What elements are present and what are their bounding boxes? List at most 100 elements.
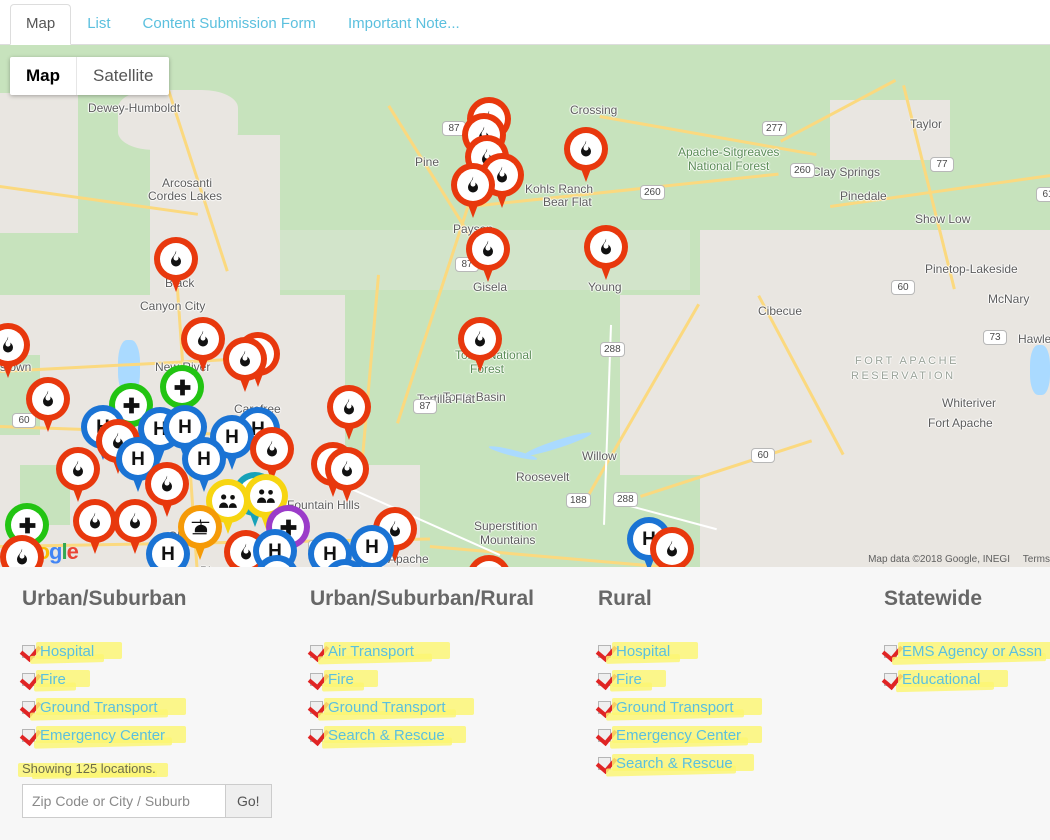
checkbox-search-rescue[interactable]: [598, 756, 611, 770]
route-shield: 73: [983, 330, 1007, 345]
route-shield: 61: [1036, 187, 1050, 202]
legend-column-title: Rural: [598, 587, 652, 610]
fire-marker[interactable]: [466, 227, 510, 285]
tab-list[interactable]: List: [71, 4, 126, 45]
hospital-marker[interactable]: H: [323, 559, 367, 567]
flame-icon: [32, 383, 64, 415]
legend-filter-row[interactable]: Educational: [884, 669, 1050, 692]
legend-filter-label-text: Fire: [616, 670, 642, 688]
legend-filter-label[interactable]: Ground Transport: [605, 697, 762, 721]
legend-filter-row[interactable]: Air Transport: [310, 641, 576, 664]
hospital-marker[interactable]: H: [255, 555, 299, 567]
checkbox-fire[interactable]: [22, 672, 35, 686]
fire-marker[interactable]: [26, 377, 70, 435]
map-type-satellite[interactable]: Satellite: [77, 57, 169, 95]
go-button[interactable]: Go!: [226, 784, 272, 818]
checkbox-ground-transport[interactable]: [22, 700, 35, 714]
route-shield: 260: [790, 163, 815, 178]
map-canvas[interactable]: Map Satellite Dewey-Humboldt Crossing Taylo…: [0, 45, 1050, 567]
legend-filter-label[interactable]: Fire: [33, 669, 90, 692]
map-type-control[interactable]: Map Satellite: [10, 57, 170, 95]
route-shield: 77: [930, 157, 954, 172]
fire-marker[interactable]: [56, 447, 100, 505]
fire-marker[interactable]: [325, 447, 369, 505]
search-input[interactable]: [22, 784, 226, 818]
checkbox-ground-transport[interactable]: [310, 700, 323, 714]
fire-marker[interactable]: [327, 385, 371, 443]
hospital-marker[interactable]: H: [146, 532, 190, 567]
terrain-grey-region: [620, 295, 730, 475]
legend-column: Urban/Suburban Hospital Fire Ground Transpo…: [0, 587, 288, 781]
legend-filter-label[interactable]: Emergency Center: [33, 725, 186, 749]
legend-filter-row[interactable]: Fire: [22, 669, 288, 692]
fire-marker[interactable]: [467, 555, 511, 567]
checkbox-educational[interactable]: [884, 672, 897, 686]
legend-filter-label[interactable]: Emergency Center: [609, 725, 762, 749]
checkbox-air-transport[interactable]: [310, 644, 323, 658]
fire-marker[interactable]: [73, 499, 117, 557]
checkbox-fire[interactable]: [598, 672, 611, 686]
legend-filter-label-text: Ground Transport: [40, 698, 158, 716]
legend-filter-label[interactable]: Hospital: [605, 641, 698, 664]
fire-marker[interactable]: [0, 535, 44, 567]
terrain-grey-region: [0, 93, 78, 233]
hospital-icon: H: [152, 538, 184, 567]
legend-filter-row[interactable]: Emergency Center: [22, 725, 288, 749]
checkbox-emergency-center[interactable]: [598, 728, 611, 742]
legend-filter-row[interactable]: Search & Rescue: [310, 725, 576, 749]
legend-filter-label[interactable]: Search & Rescue: [605, 753, 754, 777]
map-area[interactable]: Map Satellite Dewey-Humboldt Crossing Taylo…: [0, 45, 1050, 567]
legend-filter-label[interactable]: Hospital: [29, 641, 122, 664]
map-type-map[interactable]: Map: [10, 57, 77, 95]
checkbox-hospital[interactable]: [598, 644, 611, 658]
legend-filter-row[interactable]: Search & Rescue: [598, 753, 862, 777]
checkbox-hospital[interactable]: [22, 644, 35, 658]
route-shield: 188: [566, 493, 591, 508]
legend-filter-label[interactable]: Fire: [321, 669, 378, 692]
flame-icon: [62, 453, 94, 485]
tab-important-note[interactable]: Important Note...: [332, 4, 476, 45]
legend-filter-row[interactable]: Hospital: [598, 641, 862, 664]
fire-marker[interactable]: [223, 337, 267, 395]
legend-filter-label[interactable]: Ground Transport: [29, 697, 186, 721]
fire-marker[interactable]: [451, 163, 495, 221]
legend-filter-row[interactable]: Hospital: [22, 641, 288, 664]
tab-map[interactable]: Map: [10, 4, 72, 45]
legend-column: Rural Hospital Fire Ground Transport Emergen…: [576, 587, 862, 781]
checkbox-ground-transport[interactable]: [598, 700, 611, 714]
legend-filter-label-text: Hospital: [40, 642, 95, 660]
checkbox-fire[interactable]: [310, 672, 323, 686]
flame-icon: [6, 541, 38, 567]
fire-marker[interactable]: [650, 527, 694, 567]
checkbox-ems-agency-or-assn[interactable]: [884, 644, 897, 658]
legend-filter-label[interactable]: Fire: [609, 669, 666, 692]
legend-filter-row[interactable]: Fire: [310, 669, 576, 692]
flame-icon: [187, 323, 219, 355]
terms-link[interactable]: Terms: [1023, 554, 1050, 565]
legend-filter-row[interactable]: Ground Transport: [598, 697, 862, 721]
legend-filter-label-text: Emergency Center: [40, 726, 166, 744]
checkbox-search-rescue[interactable]: [310, 728, 323, 742]
legend-filter-label-text: Fire: [40, 670, 66, 688]
checkbox-emergency-center[interactable]: [22, 728, 35, 742]
legend-filter-label[interactable]: Educational: [895, 669, 1008, 692]
legend-filter-label[interactable]: Ground Transport: [317, 697, 474, 721]
tab-content-submission-form[interactable]: Content Submission Form: [127, 4, 332, 45]
legend-filter-label-text: Search & Rescue: [616, 754, 733, 772]
fire-marker[interactable]: [584, 225, 628, 283]
fire-marker[interactable]: [0, 323, 30, 381]
flame-icon: [79, 505, 111, 537]
legend-filter-label[interactable]: Search & Rescue: [321, 725, 466, 749]
legend-columns: Urban/Suburban Hospital Fire Ground Transpo…: [0, 587, 1050, 781]
legend-filter-row[interactable]: Ground Transport: [22, 697, 288, 721]
legend-filter-row[interactable]: Fire: [598, 669, 862, 692]
legend-filter-label-text: Emergency Center: [616, 726, 742, 744]
legend-filter-row[interactable]: Ground Transport: [310, 697, 576, 721]
legend-filter-row[interactable]: EMS Agency or Assn: [884, 641, 1050, 665]
legend-filter-label[interactable]: EMS Agency or Assn: [891, 641, 1050, 665]
fire-marker[interactable]: [154, 237, 198, 295]
legend-filter-row[interactable]: Emergency Center: [598, 725, 862, 749]
fire-marker[interactable]: [564, 127, 608, 185]
fire-marker[interactable]: [458, 317, 502, 375]
legend-filter-label[interactable]: Air Transport: [317, 641, 450, 664]
